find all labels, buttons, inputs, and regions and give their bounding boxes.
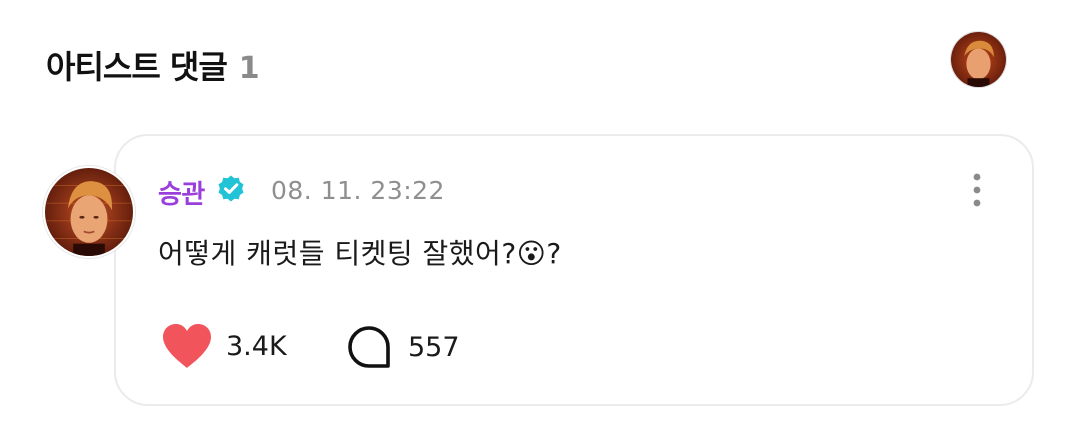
like-button[interactable]: 3.4K <box>160 322 287 370</box>
avatar-image <box>951 32 1006 87</box>
reply-button[interactable]: 557 <box>346 324 460 370</box>
section-title-label: 아티스트 댓글 <box>46 48 228 86</box>
reply-count: 557 <box>408 331 460 363</box>
section-title: 아티스트 댓글 1 <box>46 42 260 88</box>
like-count: 3.4K <box>226 330 287 362</box>
speech-bubble-icon <box>348 326 390 368</box>
avatar-image <box>45 168 133 256</box>
more-vertical-icon[interactable] <box>964 172 990 210</box>
heart-icon <box>163 324 211 368</box>
comment-author-avatar[interactable] <box>43 166 135 258</box>
verified-badge-icon <box>218 175 244 202</box>
comment-count: 1 <box>238 51 260 86</box>
artist-avatar[interactable] <box>950 31 1007 88</box>
comment-author-name[interactable]: 승관 <box>158 174 205 211</box>
comment-body: 어떻게 캐럿들 티켓팅 잘했어?😮? <box>158 237 562 270</box>
comment-timestamp: 08. 11. 23:22 <box>271 176 445 205</box>
